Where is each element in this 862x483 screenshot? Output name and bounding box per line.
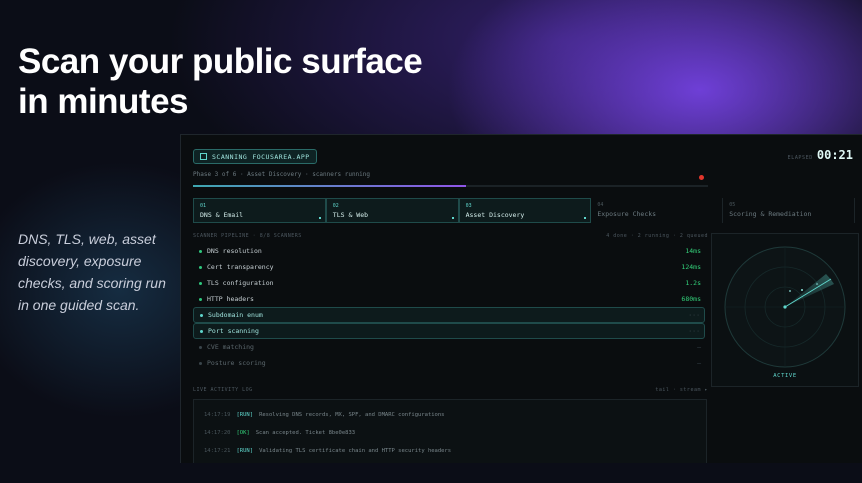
status-dot-icon (199, 265, 202, 269)
activity-log-controls[interactable]: tail · stream ▸ (655, 387, 708, 393)
log-message: Scan accepted. Ticket 8be0e833 (255, 430, 356, 436)
scanner-row[interactable]: TLS configuration 1.2s (193, 275, 705, 291)
log-tag: [RUN] (236, 412, 254, 418)
step-label: Asset Discovery (465, 211, 525, 219)
step-active-icon (584, 217, 587, 219)
step-label: Scoring & Remediation (729, 210, 812, 218)
scan-progress-bar (193, 185, 708, 187)
phase-stepper: 01 DNS & Email 02 TLS & Web 03 Asset Dis… (193, 198, 855, 223)
alert-dot-icon (699, 175, 704, 180)
log-time: 14:17:20 (204, 430, 231, 436)
log-tag: [RUN] (236, 448, 254, 454)
scanner-row[interactable]: Posture scoring — (193, 355, 705, 371)
elapsed-label: ELAPSED (787, 155, 813, 161)
step-label: Exposure Checks (597, 210, 657, 218)
hero-title-line-1: Scan your public surface (18, 42, 423, 81)
step-number: 01 (200, 203, 207, 209)
scanner-name: HTTP headers (207, 295, 254, 303)
step-number: 04 (597, 202, 604, 208)
log-line: 14:17:21 [RUN] Validating TLS certificat… (194, 442, 706, 460)
scanner-time: 124ms (681, 263, 701, 271)
status-dot-icon (199, 281, 202, 285)
log-message: Validating TLS certificate chain and HTT… (259, 448, 452, 454)
scanner-name: Port scanning (208, 327, 259, 335)
step-dns-email[interactable]: 01 DNS & Email (193, 198, 326, 223)
hero-title: Scan your public surface in minutes (18, 42, 423, 122)
activity-log[interactable]: 14:17:19 [RUN] Resolving DNS records, MX… (193, 399, 707, 463)
radar-status: ACTIVE (773, 373, 797, 379)
pipeline-title: SCANNER PIPELINE · 8/8 SCANNERS (193, 233, 302, 239)
scanner-time: 14ms (685, 247, 701, 255)
step-complete-icon (451, 217, 454, 219)
step-complete-icon (318, 217, 321, 219)
scanner-row[interactable]: HTTP headers 680ms (193, 291, 705, 307)
step-label: TLS & Web (332, 211, 369, 219)
pipeline-summary: 4 done · 2 running · 2 queued (606, 233, 708, 239)
scanner-row[interactable]: Port scanning ··· (193, 323, 705, 339)
activity-log-header: LIVE ACTIVITY LOG tail · stream ▸ (193, 387, 708, 393)
scanner-time: — (697, 343, 701, 351)
status-dot-icon (200, 329, 203, 333)
scanner-row[interactable]: Subdomain enum ··· (193, 307, 705, 323)
step-scoring-remediation[interactable]: 05 Scoring & Remediation (723, 198, 855, 223)
scanner-time: 1.2s (685, 279, 701, 287)
scanner-row[interactable]: DNS resolution 14ms (193, 243, 705, 259)
log-line: 14:17:19 [RUN] Resolving DNS records, MX… (194, 406, 706, 424)
scanner-time: ··· (688, 311, 700, 319)
step-asset-discovery[interactable]: 03 Asset Discovery (458, 198, 592, 223)
log-time: 14:17:21 (204, 448, 231, 454)
step-number: 03 (465, 203, 472, 209)
scanner-app-window: SCANNING FOCUSAREA.APP ELAPSED 00:21 Pha… (180, 134, 862, 463)
scan-square-icon (200, 153, 207, 160)
scan-status-label: SCANNING (212, 152, 248, 161)
activity-log-title: LIVE ACTIVITY LOG (193, 387, 253, 393)
pipeline-header: SCANNER PIPELINE · 8/8 SCANNERS 4 done ·… (193, 233, 708, 239)
scan-progress-fill (193, 185, 466, 187)
log-tag: [OK] (236, 430, 250, 436)
scanner-name: Posture scoring (207, 359, 266, 367)
scanner-name: DNS resolution (207, 247, 262, 255)
hero-subtitle: DNS, TLS, web, asset discovery, exposure… (18, 231, 166, 313)
scanner-time: — (697, 359, 701, 367)
scanner-row[interactable]: CVE matching — (193, 339, 705, 355)
log-time: 14:17:19 (204, 412, 231, 418)
scanner-time: ··· (688, 327, 700, 335)
scanner-name: Cert transparency (207, 263, 274, 271)
phase-status: Phase 3 of 6 · Asset Discovery · scanner… (193, 171, 371, 178)
status-dot-icon (199, 345, 202, 349)
step-number: 05 (729, 202, 736, 208)
elapsed-value: 00:21 (816, 148, 853, 162)
scanner-list: DNS resolution 14ms Cert transparency 12… (193, 243, 705, 371)
step-exposure-checks[interactable]: 04 Exposure Checks (591, 198, 724, 223)
status-dot-icon (199, 297, 202, 301)
scanner-name: CVE matching (207, 343, 254, 351)
scanner-time: 680ms (681, 295, 701, 303)
step-tls-web[interactable]: 02 TLS & Web (325, 198, 459, 223)
status-dot-icon (199, 361, 202, 365)
scanner-name: Subdomain enum (208, 311, 263, 319)
step-number: 02 (332, 203, 339, 209)
radar-icon (724, 246, 846, 368)
elapsed-timer: ELAPSED 00:21 (788, 148, 853, 162)
log-message: Resolving DNS records, MX, SPF, and DMAR… (259, 412, 445, 418)
radar-panel: ACTIVE (711, 233, 859, 387)
step-label: DNS & Email (200, 211, 244, 219)
hero-title-line-2: in minutes (18, 82, 189, 121)
scanner-name: TLS configuration (207, 279, 274, 287)
status-dot-icon (199, 249, 202, 253)
status-dot-icon (200, 313, 203, 317)
scanning-domain-badge: SCANNING FOCUSAREA.APP (193, 149, 317, 164)
log-line: 14:17:20 [OK] Scan accepted. Ticket 8be0… (194, 424, 706, 442)
scanner-row[interactable]: Cert transparency 124ms (193, 259, 705, 275)
scan-domain: FOCUSAREA.APP (252, 152, 310, 161)
